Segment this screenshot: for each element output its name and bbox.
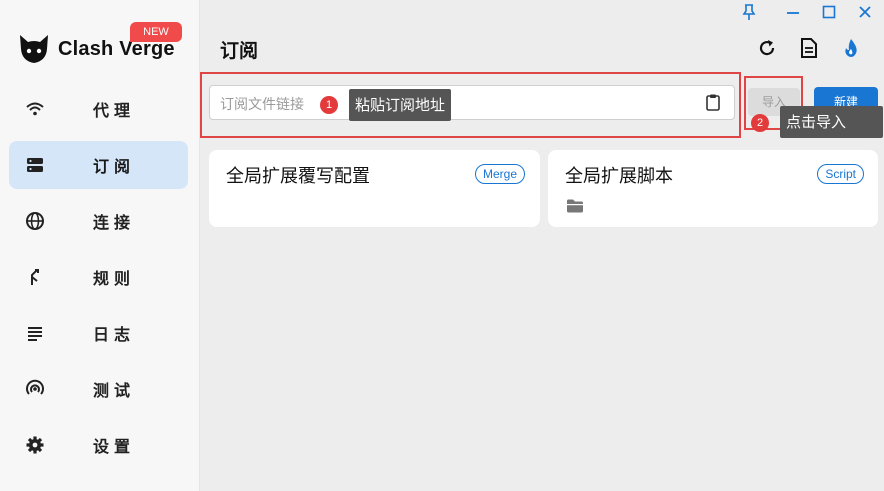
gear-icon bbox=[26, 436, 44, 454]
sidebar-item-proxy[interactable]: 代理 bbox=[9, 85, 188, 133]
close-icon[interactable] bbox=[856, 3, 874, 21]
globe-icon bbox=[26, 212, 44, 230]
sidebar-item-logs[interactable]: 日志 bbox=[9, 309, 188, 357]
sidebar-item-label: 测试 bbox=[93, 381, 136, 400]
sidebar-item-rules[interactable]: 规则 bbox=[9, 253, 188, 301]
sidebar-item-label: 设置 bbox=[93, 437, 136, 456]
card-title: 全局扩展覆写配置 bbox=[226, 166, 370, 187]
sidebar-item-test[interactable]: 测试 bbox=[9, 365, 188, 413]
card-tag: Script bbox=[817, 164, 864, 184]
pin-icon[interactable] bbox=[740, 3, 758, 21]
sidebar-item-subscriptions[interactable]: 订阅 bbox=[9, 141, 188, 189]
wifi-icon bbox=[26, 102, 44, 116]
card-title: 全局扩展脚本 bbox=[565, 166, 673, 187]
signal-icon bbox=[26, 379, 44, 395]
profile-card-script[interactable]: 全局扩展脚本 Script bbox=[548, 150, 878, 227]
callout-tooltip-2: 点击导入 bbox=[780, 106, 883, 138]
server-icon bbox=[27, 158, 43, 172]
sidebar-item-connections[interactable]: 连接 bbox=[9, 197, 188, 245]
sidebar-item-settings[interactable]: 设置 bbox=[9, 421, 188, 469]
sidebar: Clash Verge NEW 代理 订阅 连接 规则 日志 测试 设置 bbox=[0, 0, 200, 491]
highlight-frame-input bbox=[200, 72, 741, 138]
folder-icon[interactable] bbox=[566, 198, 584, 214]
sidebar-item-label: 代理 bbox=[93, 101, 136, 120]
sidebar-item-label: 规则 bbox=[93, 269, 136, 288]
new-badge: NEW bbox=[130, 22, 182, 42]
refresh-icon[interactable] bbox=[756, 37, 778, 59]
maximize-icon[interactable] bbox=[820, 3, 838, 21]
flame-icon[interactable] bbox=[840, 37, 862, 59]
sidebar-item-label: 日志 bbox=[93, 325, 136, 344]
document-icon[interactable] bbox=[798, 37, 820, 59]
callout-tooltip-1: 粘贴订阅地址 bbox=[349, 89, 452, 121]
card-tag: Merge bbox=[474, 164, 525, 184]
profile-card-merge[interactable]: 全局扩展覆写配置 Merge bbox=[209, 150, 540, 227]
main-panel: 订阅 订阅文件链接 导入 新建 1 粘贴订阅地址 2 点击导入 全局扩展覆写配置… bbox=[200, 0, 884, 491]
sidebar-item-label: 连接 bbox=[93, 213, 136, 232]
callout-number-1: 1 bbox=[320, 96, 338, 114]
sidebar-item-label: 订阅 bbox=[93, 157, 136, 176]
page-title: 订阅 bbox=[220, 40, 259, 62]
list-lines-icon bbox=[28, 327, 42, 341]
cat-logo-icon bbox=[20, 35, 48, 63]
fork-arrow-icon bbox=[31, 269, 39, 285]
callout-number-2: 2 bbox=[751, 114, 769, 132]
minimize-icon[interactable] bbox=[784, 3, 802, 21]
